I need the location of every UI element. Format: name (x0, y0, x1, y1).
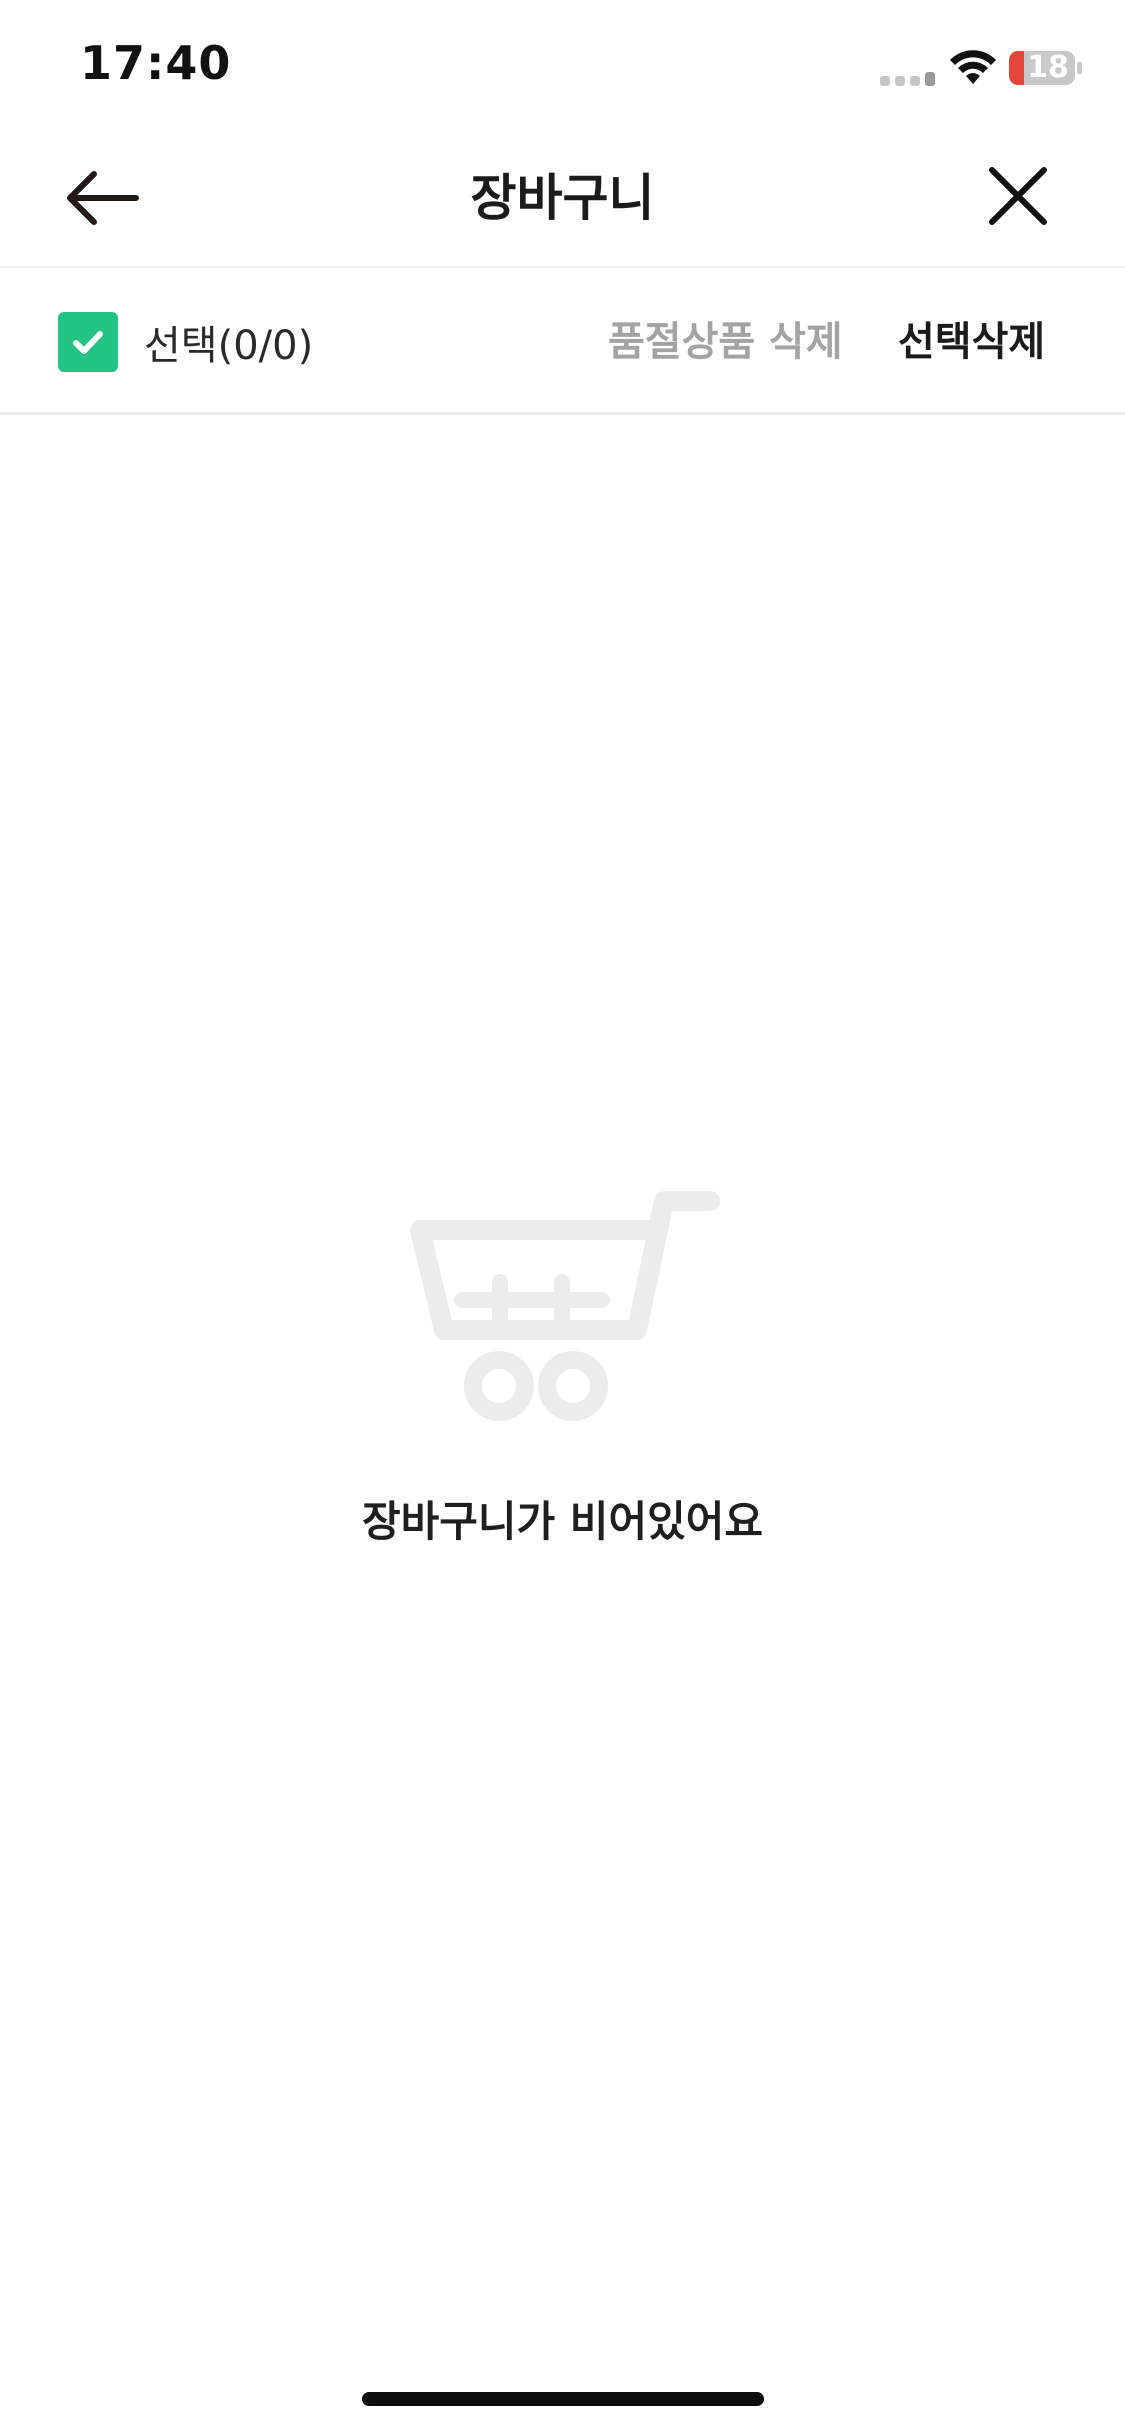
delete-soldout-button[interactable]: 품절상품 삭제 (608, 312, 843, 372)
delete-selected-button[interactable]: 선택삭제 (898, 312, 1045, 372)
shopping-cart-icon (410, 1191, 720, 1421)
selection-bar: 선택(0/0) 품절상품 삭제 선택삭제 (0, 268, 1125, 415)
select-all-label: 선택(0/0) (144, 323, 314, 369)
close-button[interactable] (978, 160, 1058, 236)
checkmark-icon (73, 331, 103, 354)
signal-icon (880, 72, 935, 86)
status-bar: 17:40 18 (0, 0, 1125, 132)
status-time: 17:40 (80, 36, 232, 90)
home-indicator[interactable] (362, 2392, 764, 2406)
wifi-icon (950, 50, 996, 84)
page-title: 장바구니 (470, 169, 655, 227)
battery-level: 18 (1027, 50, 1069, 85)
select-all-toggle[interactable]: 선택(0/0) (58, 312, 313, 372)
empty-cart-message: 장바구니가 비어있어요 (361, 1497, 764, 1546)
select-all-checkbox[interactable] (58, 312, 118, 372)
close-icon (989, 167, 1047, 225)
header: 장바구니 (0, 132, 1125, 268)
